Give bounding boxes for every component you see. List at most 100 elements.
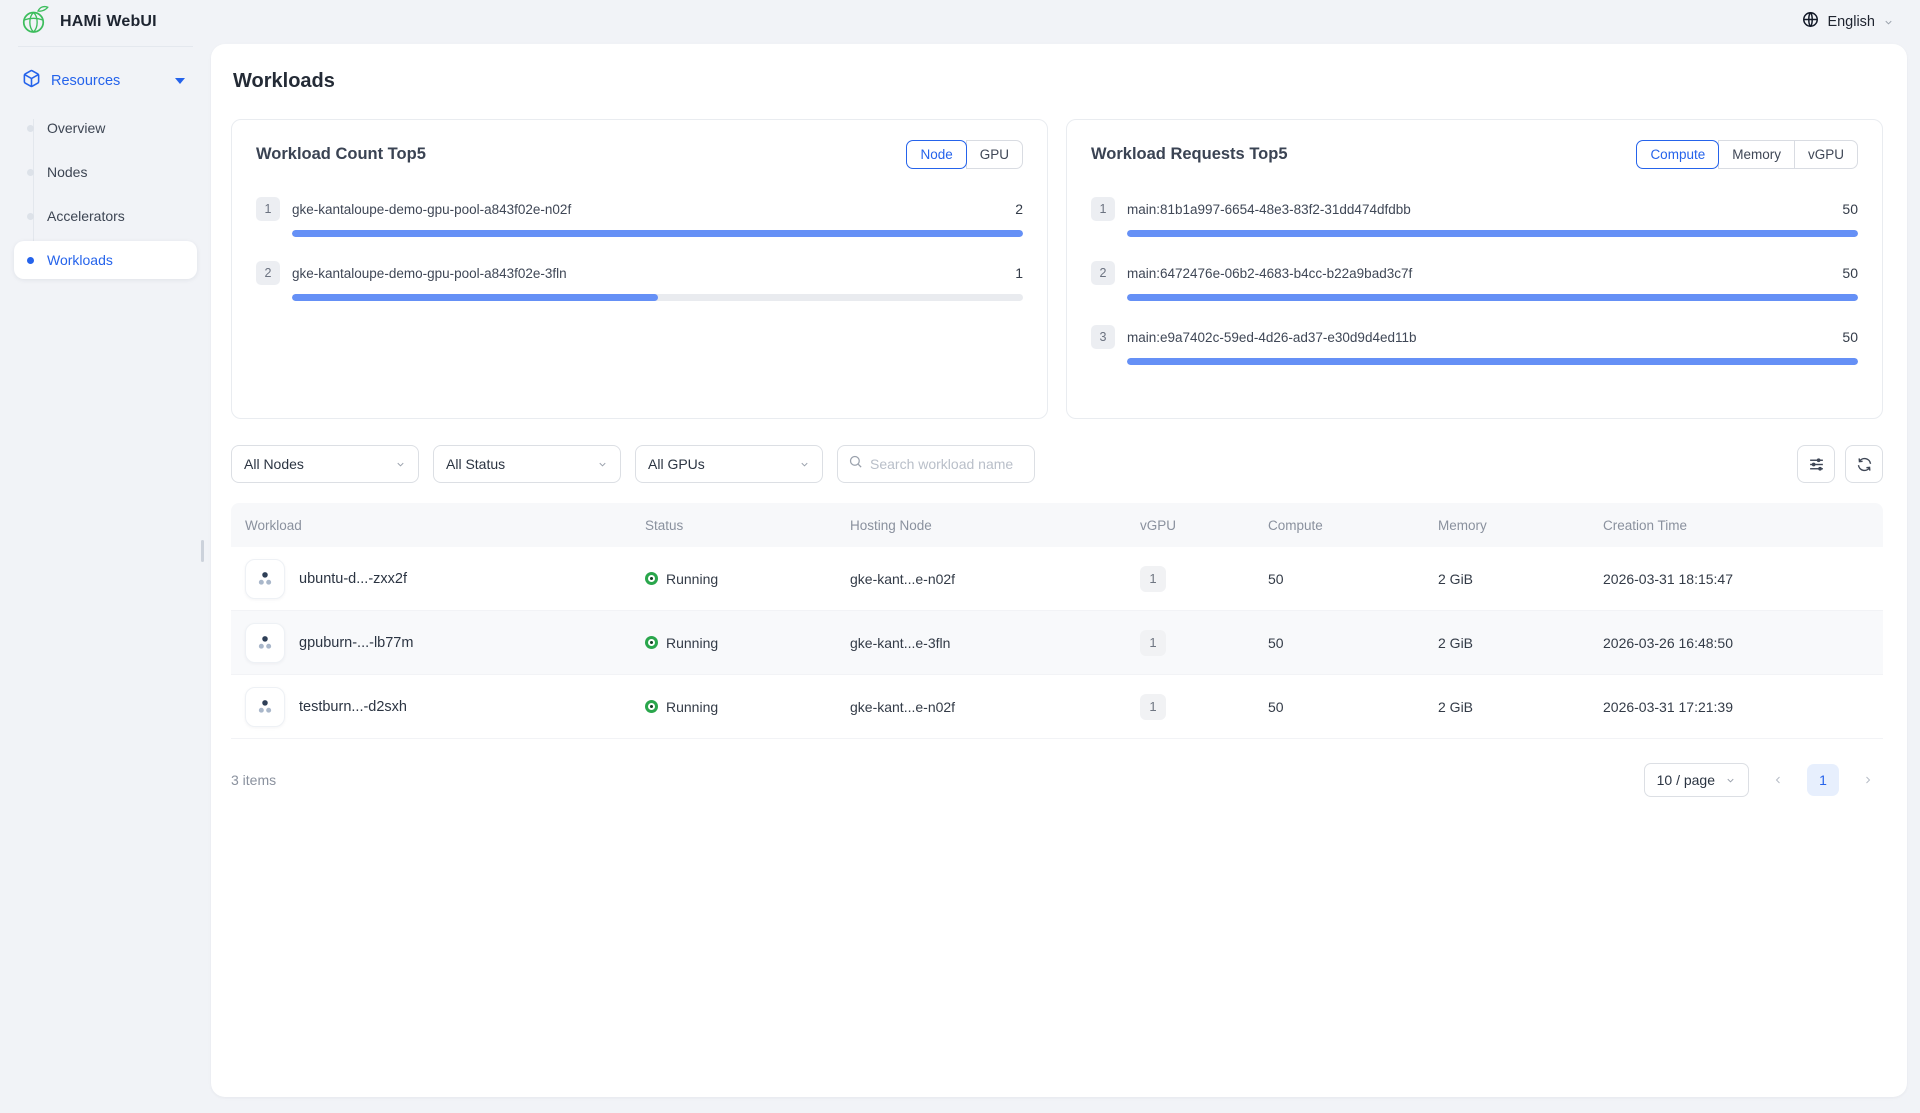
caret-down-icon xyxy=(175,78,185,84)
sidebar-divider xyxy=(18,46,193,47)
workload-name[interactable]: ubuntu-d...-zxx2f xyxy=(299,571,407,587)
globe-icon xyxy=(1802,11,1819,33)
memory-value: 2 GiB xyxy=(1424,571,1589,587)
toggle-compute-button[interactable]: Compute xyxy=(1636,140,1719,169)
page-number-button[interactable]: 1 xyxy=(1807,764,1839,796)
prev-page-button[interactable] xyxy=(1763,765,1793,795)
requests-toggle-group: Compute Memory vGPU xyxy=(1636,140,1858,169)
gpu-filter-select[interactable]: All GPUs xyxy=(635,445,823,483)
bar-fill xyxy=(1127,294,1858,301)
rank-badge: 1 xyxy=(1091,197,1115,221)
compute-value: 50 xyxy=(1254,571,1424,587)
column-settings-button[interactable] xyxy=(1797,445,1835,483)
sidebar-item-workloads[interactable]: Workloads xyxy=(14,241,197,279)
table-header: Workload Status Hosting Node vGPU Comput… xyxy=(231,503,1883,547)
table-row[interactable]: testburn...-d2sxh Running gke-kant...e-n… xyxy=(231,675,1883,739)
sliders-icon xyxy=(1808,456,1825,473)
package-icon xyxy=(22,69,41,93)
chevron-right-icon xyxy=(1862,774,1874,786)
toggle-vgpu-button[interactable]: vGPU xyxy=(1794,140,1858,169)
workload-icon xyxy=(245,687,285,727)
bar-track xyxy=(1127,294,1858,301)
language-selector[interactable]: English xyxy=(1802,11,1894,33)
bullet-dot-icon xyxy=(27,169,34,176)
workload-icon xyxy=(245,559,285,599)
workload-name[interactable]: gpuburn-...-lb77m xyxy=(299,635,413,651)
workload-icon xyxy=(245,623,285,663)
bar-fill xyxy=(292,294,658,301)
hosting-node: gke-kant...e-3fln xyxy=(836,635,1126,651)
bar-value: 2 xyxy=(1015,201,1023,217)
bar-item: 1 main:81b1a997-6654-48e3-83f2-31dd474df… xyxy=(1091,197,1858,237)
sidebar-section-resources[interactable]: Resources xyxy=(14,61,197,101)
workload-requests-card: Workload Requests Top5 Compute Memory vG… xyxy=(1066,119,1883,419)
app-logo-icon xyxy=(20,5,50,40)
chevron-down-icon xyxy=(597,459,608,470)
workload-name[interactable]: testburn...-d2sxh xyxy=(299,699,407,715)
compute-value: 50 xyxy=(1254,699,1424,715)
table-row[interactable]: ubuntu-d...-zxx2f Running gke-kant...e-n… xyxy=(231,547,1883,611)
status-filter-select[interactable]: All Status xyxy=(433,445,621,483)
sidebar-item-nodes[interactable]: Nodes xyxy=(14,153,197,191)
col-workload: Workload xyxy=(231,518,631,533)
status-text: Running xyxy=(666,635,718,651)
creation-time: 2026-03-31 18:15:47 xyxy=(1589,571,1883,587)
chevron-down-icon xyxy=(1725,775,1736,786)
bar-item: 2 gke-kantaloupe-demo-gpu-pool-a843f02e-… xyxy=(256,261,1023,301)
vgpu-tag: 1 xyxy=(1140,694,1166,720)
bar-label: main:81b1a997-6654-48e3-83f2-31dd474dfdb… xyxy=(1127,202,1830,217)
col-status: Status xyxy=(631,518,836,533)
bar-value: 1 xyxy=(1015,265,1023,281)
rank-badge: 3 xyxy=(1091,325,1115,349)
app-title: HAMi WebUI xyxy=(60,13,157,31)
main-panel: Workloads Workload Count Top5 Node GPU 1… xyxy=(211,44,1907,1097)
bullet-dot-icon xyxy=(27,213,34,220)
workload-search xyxy=(837,445,1035,483)
brand: HAMi WebUI xyxy=(20,5,157,40)
status-running-icon xyxy=(645,636,658,649)
requests-bar-list: 1 main:81b1a997-6654-48e3-83f2-31dd474df… xyxy=(1091,197,1858,365)
toggle-gpu-button[interactable]: GPU xyxy=(966,140,1023,169)
bar-value: 50 xyxy=(1842,201,1858,217)
total-items-label: 3 items xyxy=(231,772,276,788)
sidebar: Resources Overview Nodes Accelerators Wo… xyxy=(0,44,211,1105)
col-vgpu: vGPU xyxy=(1126,518,1254,533)
toggle-memory-button[interactable]: Memory xyxy=(1718,140,1795,169)
status-filter-value: All Status xyxy=(446,456,597,472)
table-row[interactable]: gpuburn-...-lb77m Running gke-kant...e-3… xyxy=(231,611,1883,675)
col-creation-time: Creation Time xyxy=(1589,518,1883,533)
bar-fill xyxy=(1127,358,1858,365)
search-input[interactable] xyxy=(870,456,1024,472)
bar-item: 2 main:6472476e-06b2-4683-b4cc-b22a9bad3… xyxy=(1091,261,1858,301)
chevron-left-icon xyxy=(1772,774,1784,786)
bullet-dot-icon xyxy=(27,125,34,132)
toggle-node-button[interactable]: Node xyxy=(906,140,966,169)
bar-fill xyxy=(292,230,1023,237)
chevron-down-icon xyxy=(799,459,810,470)
bar-label: gke-kantaloupe-demo-gpu-pool-a843f02e-3f… xyxy=(292,266,1003,281)
bar-label: main:6472476e-06b2-4683-b4cc-b22a9bad3c7… xyxy=(1127,266,1830,281)
creation-time: 2026-03-31 17:21:39 xyxy=(1589,699,1883,715)
sidebar-item-accelerators[interactable]: Accelerators xyxy=(14,197,197,235)
refresh-icon xyxy=(1856,456,1873,473)
bar-track xyxy=(292,230,1023,237)
bar-item: 1 gke-kantaloupe-demo-gpu-pool-a843f02e-… xyxy=(256,197,1023,237)
status-running-icon xyxy=(645,700,658,713)
next-page-button[interactable] xyxy=(1853,765,1883,795)
search-icon xyxy=(848,454,863,474)
col-hosting-node: Hosting Node xyxy=(836,518,1126,533)
workload-count-card: Workload Count Top5 Node GPU 1 gke-kanta… xyxy=(231,119,1048,419)
node-filter-select[interactable]: All Nodes xyxy=(231,445,419,483)
page-size-select[interactable]: 10 / page xyxy=(1644,763,1749,797)
sidebar-item-label: Accelerators xyxy=(47,208,125,224)
sidebar-item-overview[interactable]: Overview xyxy=(14,109,197,147)
sidebar-resize-handle[interactable] xyxy=(201,540,204,562)
refresh-button[interactable] xyxy=(1845,445,1883,483)
sidebar-item-label: Overview xyxy=(47,120,105,136)
vgpu-tag: 1 xyxy=(1140,630,1166,656)
hosting-node: gke-kant...e-n02f xyxy=(836,571,1126,587)
vgpu-tag: 1 xyxy=(1140,566,1166,592)
bar-label: gke-kantaloupe-demo-gpu-pool-a843f02e-n0… xyxy=(292,202,1003,217)
status-running-icon xyxy=(645,572,658,585)
rank-badge: 2 xyxy=(1091,261,1115,285)
